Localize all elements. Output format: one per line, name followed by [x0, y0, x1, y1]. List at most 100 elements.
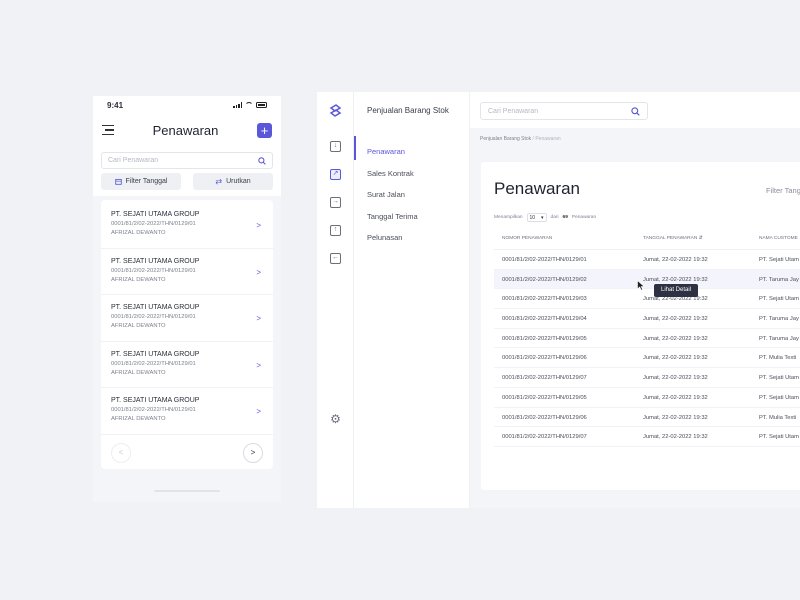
table-row[interactable]: 0001/81/2/02-2022/THN/0129/06 Jumat, 22-0…	[494, 408, 800, 428]
table-body: 0001/81/2/02-2022/THN/0129/01 Jumat, 22-0…	[494, 250, 800, 447]
list-item[interactable]: PT. SEJATI UTAMA GROUP 0001/81/2/02-2022…	[101, 249, 273, 296]
cell-customer: PT. Taruma Jay	[759, 316, 799, 323]
item-number: 0001/81/2/02-2022/THN/0129/01	[111, 221, 196, 227]
cell-date: Jumat, 22-02-2022 19:32	[643, 375, 708, 382]
column-header-date[interactable]: TANGGAL PENAWARAN ⇵	[643, 236, 703, 241]
filter-row: Filter Tanggal ⇄ Urutkan	[101, 173, 273, 190]
page-size-select[interactable]: 10 ▾	[526, 213, 547, 222]
battery-icon	[256, 102, 267, 108]
sort-icon: ⇵	[698, 236, 703, 241]
cell-date: Jumat, 22-02-2022 19:32	[643, 335, 708, 342]
column-header-customer[interactable]: NAMA CUSTOME	[759, 236, 798, 241]
page-size-row: Menampilkan 10 ▾ dari 69 Penawaran	[494, 213, 596, 222]
table-row[interactable]: 0001/81/2/02-2022/THN/0129/02 Jumat, 22-0…	[494, 269, 800, 290]
home-indicator	[154, 490, 220, 492]
chevron-right-icon: >	[256, 314, 261, 324]
item-company: PT. SEJATI UTAMA GROUP	[111, 304, 200, 312]
search-input[interactable]: Cari Penawaran	[480, 102, 648, 120]
cell-customer: PT. Sejati Utam	[759, 296, 799, 303]
next-page-button[interactable]: >	[243, 442, 263, 463]
logo-icon	[329, 104, 342, 117]
arrow-right-icon[interactable]: →	[330, 197, 341, 208]
filter-date-button[interactable]: Filter Tangg	[766, 186, 800, 195]
status-time: 9:41	[107, 100, 124, 110]
cell-date: Jumat, 22-02-2022 19:32	[643, 394, 708, 401]
tooltip-view-detail: Lihat Detail	[654, 284, 698, 297]
upload-icon[interactable]: ↑	[330, 225, 341, 236]
section-nav: Penjualan Barang Stok Penawaran Sales Ko…	[354, 92, 470, 508]
mobile-controls: Cari Penawaran Filter Tanggal ⇄ Urutkan	[93, 146, 281, 196]
mobile-header: Penawaran +	[93, 114, 281, 146]
cell-number: 0001/81/2/02-2022/THN/0129/07	[502, 375, 587, 382]
table-row[interactable]: 0001/81/2/02-2022/THN/0129/07 Jumat, 22-0…	[494, 368, 800, 388]
cell-date: Jumat, 22-02-2022 19:32	[643, 296, 708, 303]
app-title: Penjualan Barang Stok	[367, 106, 449, 115]
arrow-left-icon[interactable]: ←	[330, 253, 341, 264]
top-bar: Cari Penawaran	[470, 92, 800, 128]
main-content: Penjualan Barang Stok / Penawaran Penawa…	[470, 128, 800, 508]
show-suffix: Penawaran	[571, 215, 597, 220]
cell-customer: PT. Sejati Utam	[759, 375, 799, 382]
offer-list: PT. SEJATI UTAMA GROUP 0001/81/2/02-2022…	[101, 200, 273, 469]
list-item[interactable]: PT. SEJATI UTAMA GROUP 0001/81/2/02-2022…	[101, 202, 273, 249]
search-placeholder: Cari Penawaran	[108, 157, 159, 164]
table-row[interactable]: 0001/81/2/02-2022/THN/0129/05 Jumat, 22-0…	[494, 388, 800, 408]
nav-item-penawaran[interactable]: Penawaran	[367, 147, 405, 156]
table-row[interactable]: 0001/81/2/02-2022/THN/0129/06 Jumat, 22-0…	[494, 348, 800, 369]
chevron-right-icon: >	[256, 221, 261, 230]
wifi-icon	[245, 102, 253, 108]
list-item[interactable]: PT. SEJATI UTAMA GROUP 0001/81/2/02-2022…	[101, 388, 273, 435]
breadcrumb-current: Penawaran	[535, 136, 561, 142]
cell-date: Jumat, 22-02-2022 19:32	[643, 434, 708, 441]
icon-rail: ↓ ↗ → ↑ ← ⚙	[317, 92, 354, 508]
nav-item-pelunasan[interactable]: Pelunasan	[367, 233, 402, 242]
chevron-right-icon: >	[256, 267, 261, 277]
table-row[interactable]: 0001/81/2/02-2022/THN/0129/07 Jumat, 22-0…	[494, 427, 800, 447]
search-icon	[631, 106, 640, 116]
table-header: NOMOR PENAWARAN TANGGAL PENAWARAN ⇵ NAMA…	[494, 228, 800, 250]
breadcrumb: Penjualan Barang Stok / Penawaran	[480, 136, 561, 142]
signal-icon	[233, 102, 242, 108]
sort-button[interactable]: ⇄ Urutkan	[193, 173, 273, 190]
pagination: < >	[101, 435, 273, 463]
page-title: Penawaran	[152, 122, 219, 138]
download-icon[interactable]: ↓	[330, 141, 341, 152]
filter-date-label: Filter Tanggal	[125, 178, 168, 185]
nav-item-sales-kontrak[interactable]: Sales Kontrak	[367, 169, 414, 178]
table-row[interactable]: 0001/81/2/02-2022/THN/0129/01 Jumat, 22-0…	[494, 250, 800, 270]
list-item[interactable]: PT. SEJATI UTAMA GROUP 0001/81/2/02-2022…	[101, 342, 273, 389]
table-row[interactable]: 0001/81/2/02-2022/THN/0129/05 Jumat, 22-0…	[494, 329, 800, 349]
prev-page-button[interactable]: <	[111, 442, 131, 463]
breadcrumb-separator: /	[532, 136, 534, 142]
cell-number: 0001/81/2/02-2022/THN/0129/01	[502, 257, 587, 263]
list-item[interactable]: PT. SEJATI UTAMA GROUP 0001/81/2/02-2022…	[101, 295, 273, 342]
page-size-value: 10	[529, 214, 536, 221]
breadcrumb-parent[interactable]: Penjualan Barang Stok	[480, 136, 531, 142]
desktop-screen: ↓ ↗ → ↑ ← ⚙ Penjualan Barang Stok Penawa…	[317, 92, 800, 508]
nav-item-tanggal-terima[interactable]: Tanggal Terima	[367, 212, 418, 221]
table-row[interactable]: 0001/81/2/02-2022/THN/0129/04 Jumat, 22-0…	[494, 309, 800, 329]
item-company: PT. SEJATI UTAMA GROUP	[111, 257, 200, 265]
filter-date-button[interactable]: Filter Tanggal	[101, 173, 181, 190]
nav-item-surat-jalan[interactable]: Surat Jalan	[367, 190, 405, 199]
mouse-cursor-icon	[637, 280, 645, 291]
search-input[interactable]: Cari Penawaran	[101, 152, 273, 169]
cell-number: 0001/81/2/02-2022/THN/0129/05	[502, 335, 587, 342]
calendar-icon	[114, 178, 122, 185]
item-person: AFRIZAL DEWANTO	[111, 276, 166, 283]
arrow-up-right-icon[interactable]: ↗	[330, 169, 341, 180]
total-count: 69	[562, 215, 568, 220]
active-nav-indicator	[354, 136, 356, 160]
table-row[interactable]: 0001/81/2/02-2022/THN/0129/03 Jumat, 22-0…	[494, 289, 800, 310]
item-number: 0001/81/2/02-2022/THN/0129/01	[111, 407, 196, 414]
add-button[interactable]: +	[257, 122, 272, 138]
gear-icon[interactable]: ⚙	[329, 413, 342, 426]
item-company: PT. SEJATI UTAMA GROUP	[111, 211, 200, 218]
menu-icon[interactable]	[102, 125, 114, 135]
cell-date: Jumat, 22-02-2022 19:32	[643, 414, 708, 421]
column-header-number[interactable]: NOMOR PENAWARAN	[502, 236, 552, 241]
cell-date: Jumat, 22-02-2022 19:32	[643, 276, 708, 283]
item-company: PT. SEJATI UTAMA GROUP	[111, 397, 200, 405]
search-icon	[258, 156, 266, 165]
cell-customer: PT. Sejati Utam	[759, 434, 799, 441]
